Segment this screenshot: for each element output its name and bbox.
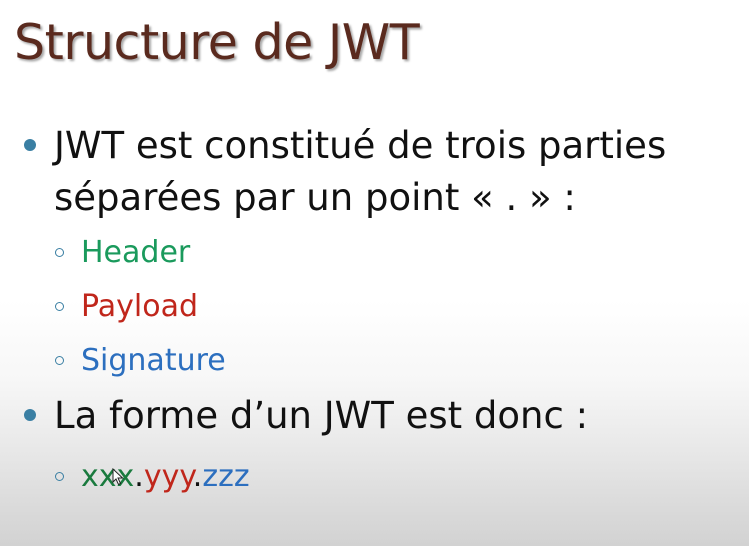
slide-title: Structure de JWT bbox=[14, 14, 420, 71]
jwt-example-header-part: xxx bbox=[81, 459, 135, 494]
slide: Structure de JWT JWT est constitué de tr… bbox=[0, 0, 749, 546]
sub-bullet-ring bbox=[55, 302, 64, 311]
jwt-example-separator: . bbox=[192, 459, 203, 494]
bullet-dot bbox=[24, 139, 36, 151]
sub-bullet-ring bbox=[55, 472, 64, 481]
mouse-pointer-icon bbox=[112, 468, 124, 486]
bullet-text-line2: séparées par un point « . » : bbox=[54, 176, 576, 219]
sub-bullet-payload-label: Payload bbox=[81, 289, 198, 324]
bullet-dot bbox=[24, 409, 36, 421]
sub-bullet-ring bbox=[55, 356, 64, 365]
bullet-form-text: La forme d’un JWT est donc : bbox=[54, 394, 589, 437]
jwt-example-signature-part: zzz bbox=[202, 459, 250, 494]
sub-bullet-ring bbox=[55, 248, 64, 257]
jwt-example-payload-part: yyy bbox=[143, 459, 193, 494]
sub-bullet-signature-label: Signature bbox=[81, 343, 226, 378]
sub-bullet-header-label: Header bbox=[81, 235, 191, 270]
jwt-example-separator: . bbox=[134, 459, 144, 494]
bullet-text-line1: JWT est constitué de trois parties bbox=[54, 124, 667, 167]
jwt-example: xxx.yyy.zzz bbox=[81, 457, 250, 497]
